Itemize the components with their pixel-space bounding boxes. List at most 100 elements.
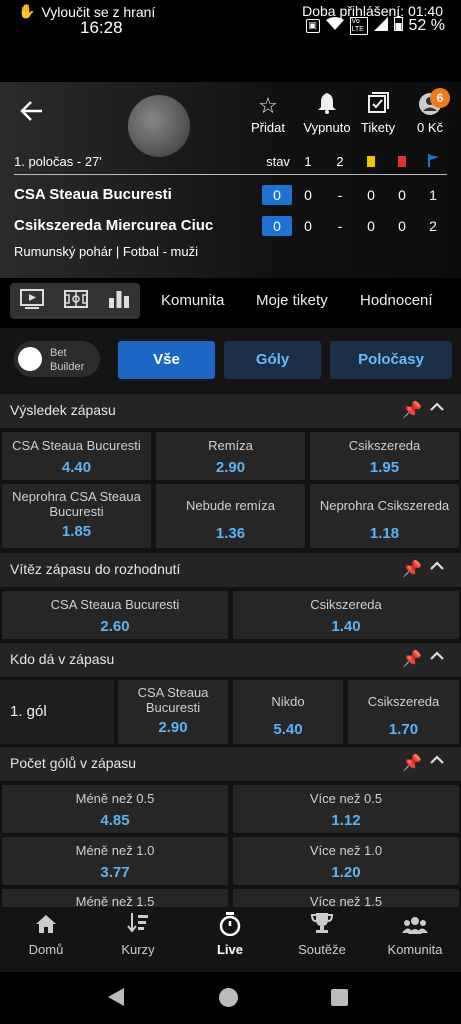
section-header-winner[interactable]: Vítěz zápasu do rozhodnutí 📌 (0, 553, 461, 587)
team-away-score: 0 (262, 216, 292, 236)
nav-community[interactable]: Komunita (375, 912, 455, 957)
odds-button[interactable]: CSA Steaua Bucuresti 2.60 (2, 591, 228, 639)
odds-label: Méně než 0.5 (75, 791, 155, 806)
trophy-icon (282, 912, 362, 942)
team-away-red: 0 (398, 218, 406, 234)
odds-button[interactable]: Neprohra CSA Steaua Bucuresti 1.85 (2, 484, 151, 548)
odds-button[interactable]: Nebude remíza 1.36 (156, 484, 305, 548)
odds-button[interactable]: Neprohra Csikszereda 1.18 (310, 484, 459, 548)
nav-home[interactable]: Domů (6, 912, 86, 957)
odds-label: CSA Steaua Bucuresti (50, 597, 180, 612)
pin-icon[interactable]: 📌 (402, 400, 422, 420)
nav-competitions-label: Soutěže (298, 942, 346, 957)
team-home-name: CSA Steaua Bucuresti (14, 186, 172, 203)
system-home-icon[interactable] (219, 988, 238, 1007)
battery-icon (393, 16, 403, 36)
ticket-icon (348, 92, 408, 120)
tab-ratings[interactable]: Hodnocení (360, 292, 433, 309)
odds-button[interactable]: Csikszereda 1.70 (348, 680, 459, 744)
odds-value: 1.40 (331, 618, 361, 635)
odds-label: Csikszereda (348, 438, 421, 453)
stats-icon[interactable] (108, 290, 130, 313)
nav-odds[interactable]: Kurzy (98, 912, 178, 957)
tab-my-tickets[interactable]: Moje tikety (256, 292, 328, 309)
odds-button[interactable]: Více než 1.5 (233, 889, 459, 907)
view-switcher (10, 283, 140, 319)
hand-icon: ✋ (18, 3, 36, 19)
odds-button[interactable]: Méně než 1.5 (2, 889, 228, 907)
team-home-score: 0 (262, 185, 292, 205)
stopwatch-icon (190, 912, 270, 942)
odds-button[interactable]: CSA Steaua Bucuresti 2.90 (118, 680, 228, 744)
video-icon[interactable] (20, 288, 44, 314)
team-home-half1: 0 (304, 187, 312, 203)
nav-live-label: Live (216, 942, 243, 957)
add-favorite-button[interactable]: ☆ Přidat (238, 92, 298, 135)
odds-value: 1.85 (61, 523, 92, 540)
odds-value: 1.70 (388, 721, 419, 738)
filter-halves-button[interactable]: Poločasy (330, 341, 452, 379)
stats-header-1: 1 (304, 154, 312, 169)
notification-badge: 6 (430, 88, 450, 108)
add-favorite-label: Přidat (251, 120, 285, 135)
odds-label: Neprohra CSA Steaua Bucuresti (12, 489, 141, 519)
odds-value: 3.77 (100, 864, 130, 881)
odds-button[interactable]: CSA Steaua Bucuresti 4.40 (2, 432, 151, 480)
odds-label: Csikszereda (367, 694, 440, 709)
odds-value: 2.60 (100, 618, 130, 635)
odds-button[interactable]: Méně než 1.0 3.77 (2, 837, 228, 885)
odds-button[interactable]: Více než 0.5 1.12 (233, 785, 459, 833)
nav-competitions[interactable]: Soutěže (282, 912, 362, 957)
odds-button[interactable]: Více než 1.0 1.20 (233, 837, 459, 885)
tickets-button[interactable]: Tikety (348, 92, 408, 135)
odds-button[interactable]: Méně než 0.5 4.85 (2, 785, 228, 833)
back-arrow-icon[interactable] (20, 98, 44, 129)
tickets-label: Tikety (360, 120, 396, 135)
odds-label: Neprohra Csikszereda (319, 498, 450, 513)
corner-flag-icon (428, 154, 440, 172)
odds-label: Více než 1.0 (309, 843, 383, 858)
odds-button[interactable]: Csikszereda 1.95 (310, 432, 459, 480)
yellow-card-icon (367, 156, 375, 167)
pin-icon[interactable]: 📌 (402, 559, 422, 579)
odds-button[interactable]: Csikszereda 1.40 (233, 591, 459, 639)
chevron-up-icon[interactable] (430, 400, 444, 419)
row-label: 1. gól (10, 703, 47, 720)
toggle-knob (18, 347, 42, 371)
section-header-scorer[interactable]: Kdo dá v zápasu 📌 (0, 643, 461, 677)
team-away-corners: 2 (429, 218, 437, 234)
odds-button[interactable]: Remíza 2.90 (156, 432, 305, 480)
filter-all-button[interactable]: Vše (118, 341, 215, 379)
odds-label: Méně než 1.0 (75, 843, 155, 858)
nfc-icon: ▣ (305, 19, 320, 33)
divider (14, 174, 447, 175)
chevron-up-icon[interactable] (430, 649, 444, 668)
team-away-yellow: 0 (367, 218, 375, 234)
chevron-up-icon[interactable] (430, 559, 444, 578)
chevron-up-icon[interactable] (430, 753, 444, 772)
system-back-icon[interactable] (107, 987, 125, 1012)
odds-label: Nikdo (271, 694, 305, 709)
team-home-red: 0 (398, 187, 406, 203)
red-card-icon (398, 156, 406, 167)
self-exclusion-link[interactable]: ✋ Vyloučit se z hraní (18, 3, 155, 20)
section-header-result[interactable]: Výsledek zápasu 📌 (0, 394, 461, 428)
odds-button[interactable]: Nikdo 5.40 (233, 680, 343, 744)
tab-community[interactable]: Komunita (161, 292, 224, 309)
odds-value: 2.90 (158, 719, 188, 736)
odds-value: 1.18 (369, 525, 400, 542)
section-header-goals[interactable]: Počet gólů v zápasu 📌 (0, 747, 461, 781)
filter-goals-button[interactable]: Góly (224, 341, 321, 379)
system-recents-icon[interactable] (331, 989, 348, 1006)
info-bar (0, 58, 461, 82)
odds-label: CSA Steaua Bucuresti (12, 438, 141, 453)
odds-value: 4.40 (61, 459, 92, 476)
pin-icon[interactable]: 📌 (402, 753, 422, 773)
odds-value: 1.95 (369, 459, 400, 476)
pin-icon[interactable]: 📌 (402, 649, 422, 669)
nav-community-label: Komunita (387, 942, 443, 957)
nav-home-label: Domů (28, 942, 64, 957)
field-icon[interactable] (64, 289, 88, 313)
odds-value: 1.12 (331, 812, 361, 829)
nav-live[interactable]: Live (190, 912, 270, 957)
